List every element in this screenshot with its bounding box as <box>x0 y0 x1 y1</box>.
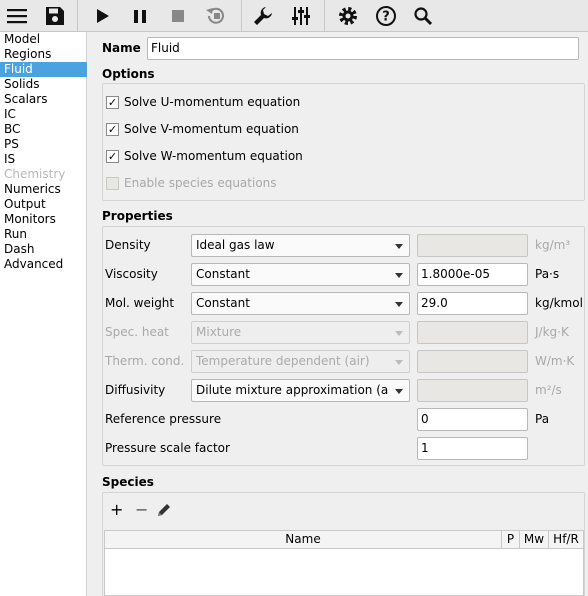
name-field[interactable]: Fluid <box>147 37 579 60</box>
enable-species-label: Enable species equations <box>124 176 277 190</box>
pressure-scale-field[interactable]: 1 <box>417 437 528 460</box>
sidebar-item-solids[interactable]: Solids <box>0 77 87 92</box>
viscosity-unit: Pa⋅s <box>535 267 560 281</box>
diffusivity-model-select[interactable]: Dilute mixture approximation (air) <box>191 379 410 402</box>
therm-cond-unit: W/m⋅K <box>535 354 575 368</box>
edit-species-icon[interactable] <box>156 502 172 521</box>
toolbar: ? <box>0 0 588 32</box>
sidebar-item-run[interactable]: Run <box>0 227 87 242</box>
gear-icon[interactable] <box>334 3 362 29</box>
chevron-down-icon <box>395 244 403 249</box>
therm-cond-model-value: Temperature dependent (air) <box>196 354 370 368</box>
spec-heat-label: Spec. heat <box>105 325 169 339</box>
column-header-hfr[interactable]: Hf/R <box>549 531 583 549</box>
therm-cond-model-select: Temperature dependent (air) <box>191 350 410 373</box>
species-table-header: Name P Mw Hf/R <box>105 531 583 549</box>
spec-heat-value-field <box>417 321 528 344</box>
therm-cond-value-field <box>417 350 528 373</box>
reference-pressure-unit: Pa <box>535 412 550 426</box>
mol-weight-value-field[interactable]: 29.0 <box>417 292 528 315</box>
sidebar-item-ic[interactable]: IC <box>0 107 87 122</box>
chevron-down-icon <box>395 360 403 365</box>
diffusivity-value-field <box>417 379 528 402</box>
solve-u-label: Solve U-momentum equation <box>124 95 301 109</box>
help-icon[interactable]: ? <box>372 3 400 29</box>
reference-pressure-label: Reference pressure <box>105 412 222 426</box>
column-header-name[interactable]: Name <box>105 531 502 549</box>
properties-title: Properties <box>102 209 173 223</box>
viscosity-model-select[interactable]: Constant <box>191 263 410 286</box>
wrench-icon[interactable] <box>249 3 277 29</box>
reset-icon <box>201 3 229 29</box>
sidebar-item-fluid[interactable]: Fluid <box>0 62 87 77</box>
viscosity-value-field[interactable]: 1.8000e-05 <box>417 263 528 286</box>
chevron-down-icon <box>395 273 403 278</box>
options-title: Options <box>102 67 155 81</box>
sidebar-item-scalars[interactable]: Scalars <box>0 92 87 107</box>
column-header-p[interactable]: P <box>502 531 520 549</box>
density-model-value: Ideal gas law <box>196 238 275 252</box>
sidebar-item-dash[interactable]: Dash <box>0 242 87 257</box>
mol-weight-label: Mol. weight <box>105 296 175 310</box>
sidebar-item-bc[interactable]: BC <box>0 122 87 137</box>
search-icon[interactable] <box>409 3 437 29</box>
sidebar-item-regions[interactable]: Regions <box>0 47 87 62</box>
sidebar-item-numerics[interactable]: Numerics <box>0 182 87 197</box>
add-species-icon[interactable]: + <box>110 500 123 519</box>
solve-v-label: Solve V-momentum equation <box>124 122 299 136</box>
mol-weight-unit: kg/kmol <box>535 296 583 310</box>
sidebar-item-is[interactable]: IS <box>0 152 87 167</box>
pressure-scale-label: Pressure scale factor <box>105 441 230 455</box>
name-label: Name <box>102 41 141 55</box>
chevron-down-icon <box>395 331 403 336</box>
solve-w-label: Solve W-momentum equation <box>124 149 303 163</box>
solve-u-checkbox[interactable]: ✓ <box>106 96 119 109</box>
spec-heat-model-select: Mixture <box>191 321 410 344</box>
spec-heat-unit: J/kg⋅K <box>535 325 569 339</box>
sidebar-item-ps[interactable]: PS <box>0 137 87 152</box>
hamburger-menu-icon[interactable] <box>3 3 31 29</box>
sidebar-item-model[interactable]: Model <box>0 32 87 47</box>
diffusivity-unit: m²/s <box>535 383 562 397</box>
sidebar-nav: Model Regions Fluid Solids Scalars IC BC… <box>0 32 87 596</box>
sliders-icon[interactable] <box>287 3 315 29</box>
spec-heat-model-value: Mixture <box>196 325 242 339</box>
fluid-panel: Name Fluid Options ✓ Solve U-momentum eq… <box>88 32 588 596</box>
diffusivity-model-value: Dilute mixture approximation (air) <box>196 383 389 397</box>
remove-species-icon[interactable]: − <box>135 500 148 519</box>
density-label: Density <box>105 238 151 252</box>
sidebar-item-chemistry: Chemistry <box>4 167 66 181</box>
density-unit: kg/m³ <box>535 238 571 252</box>
column-header-mw[interactable]: Mw <box>520 531 549 549</box>
solve-w-checkbox[interactable]: ✓ <box>106 150 119 163</box>
sidebar-item-output[interactable]: Output <box>0 197 87 212</box>
chevron-down-icon <box>395 302 403 307</box>
play-icon[interactable] <box>89 3 117 29</box>
chevron-down-icon <box>395 389 403 394</box>
save-icon[interactable] <box>41 3 69 29</box>
density-model-select[interactable]: Ideal gas law <box>191 234 410 257</box>
mol-weight-model-value: Constant <box>196 296 250 310</box>
therm-cond-label: Therm. cond. <box>105 354 185 368</box>
stop-icon <box>164 3 192 29</box>
viscosity-label: Viscosity <box>105 267 158 281</box>
mol-weight-model-select[interactable]: Constant <box>191 292 410 315</box>
sidebar-item-advanced[interactable]: Advanced <box>0 257 87 272</box>
species-title: Species <box>102 475 154 489</box>
enable-species-checkbox <box>106 177 119 190</box>
pause-icon[interactable] <box>126 3 154 29</box>
svg-text:?: ? <box>382 10 390 25</box>
viscosity-model-value: Constant <box>196 267 250 281</box>
solve-v-checkbox[interactable]: ✓ <box>106 123 119 136</box>
diffusivity-label: Diffusivity <box>105 383 166 397</box>
sidebar-item-monitors[interactable]: Monitors <box>0 212 87 227</box>
species-table: Name P Mw Hf/R <box>104 530 584 596</box>
reference-pressure-field[interactable]: 0 <box>417 408 528 431</box>
density-value-field <box>417 234 528 257</box>
